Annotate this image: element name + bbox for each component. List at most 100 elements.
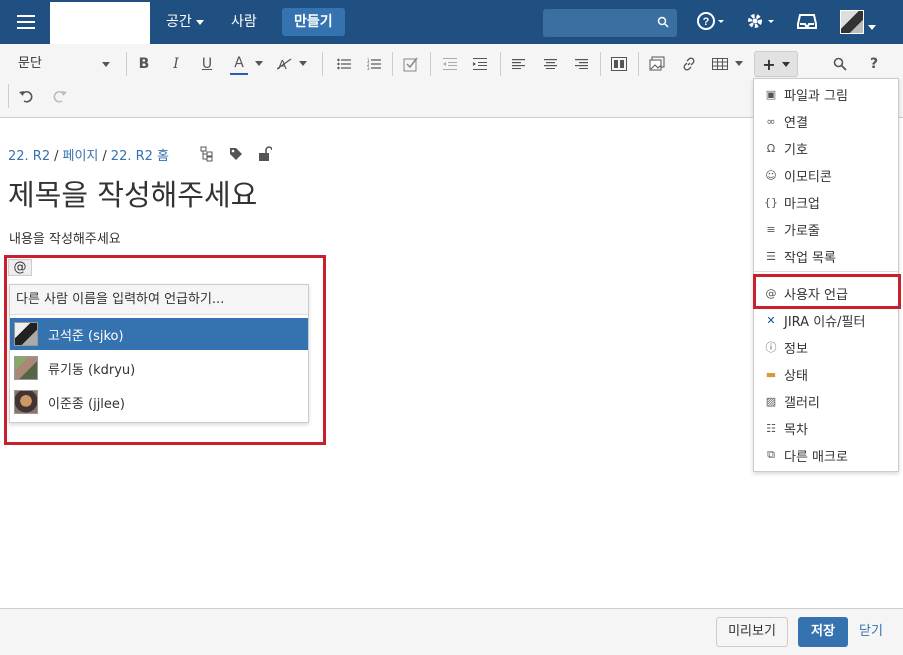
svg-text:3: 3 — [367, 66, 370, 70]
avatar — [14, 322, 38, 346]
insert-menu-item-other-macros[interactable]: ⧉ 다른 매크로 — [754, 443, 898, 467]
avatar — [14, 390, 38, 414]
unlock-icon[interactable] — [258, 146, 273, 166]
underline-button[interactable]: U — [199, 54, 215, 74]
link-icon[interactable] — [680, 55, 698, 73]
insert-menu-item-symbol[interactable]: Ω 기호 — [754, 136, 898, 160]
preview-button[interactable]: 미리보기 — [716, 617, 788, 647]
paragraph-style-select[interactable]: 문단 — [8, 53, 118, 75]
label-tag-icon[interactable] — [229, 147, 243, 165]
chevron-down-icon[interactable] — [868, 19, 876, 35]
create-button[interactable]: 만들기 — [282, 8, 345, 36]
italic-button[interactable]: I — [168, 54, 184, 74]
gear-icon[interactable] — [746, 11, 776, 35]
insert-menu-item-label: 연결 — [784, 115, 808, 131]
toolbar-divider — [392, 52, 393, 76]
smiley-icon: ☺ — [765, 168, 777, 182]
toolbar-divider — [500, 52, 501, 76]
horizontal-rule-icon: ≡ — [766, 222, 776, 236]
breadcrumb-home-link[interactable]: 22. R2 홈 — [111, 149, 169, 164]
text-color-button[interactable]: A — [230, 53, 248, 75]
info-icon: ⓘ — [765, 341, 777, 354]
toolbar-divider — [600, 52, 601, 76]
insert-menu-item-horizontal-rule[interactable]: ≡ 가로줄 — [754, 217, 898, 241]
find-replace-icon[interactable] — [831, 55, 849, 73]
insert-menu-item-files[interactable]: ▣ 파일과 그림 — [754, 82, 898, 106]
nav-people[interactable]: 사람 — [231, 10, 257, 34]
chevron-down-icon[interactable] — [254, 58, 264, 68]
jira-icon: ✕ — [766, 313, 776, 327]
insert-menu-item-label: 마크업 — [784, 196, 820, 212]
insert-menu-item-label: 이모티콘 — [784, 169, 832, 185]
insert-menu-item-label: JIRA 이슈/필터 — [784, 314, 866, 330]
paragraph-style-label: 문단 — [18, 56, 42, 71]
mention-trigger[interactable]: @ — [8, 259, 32, 276]
svg-text:?: ? — [703, 16, 710, 28]
bullet-list-icon[interactable] — [336, 56, 352, 72]
redo-icon[interactable] — [50, 87, 68, 105]
undo-icon[interactable] — [18, 87, 36, 105]
bold-button[interactable]: B — [136, 54, 152, 74]
insert-menu-item-info[interactable]: ⓘ 정보 — [754, 335, 898, 359]
numbered-list-icon[interactable]: 123 — [366, 56, 382, 72]
insert-menu-item-label: 정보 — [784, 341, 808, 357]
chevron-down-icon — [781, 61, 790, 67]
menu-icon[interactable] — [6, 4, 46, 40]
mention-user-item[interactable]: 고석준 (sjko) — [10, 318, 308, 350]
indent-icon[interactable] — [472, 56, 488, 72]
toolbar-divider — [126, 52, 127, 76]
nav-spaces[interactable]: 공간 — [166, 10, 204, 34]
top-navigation-bar: 공간 사람 만들기 ? — [0, 0, 903, 44]
insert-menu-item-jira[interactable]: ✕ JIRA 이슈/필터 — [754, 308, 898, 332]
close-button[interactable]: 닫기 — [859, 617, 883, 647]
help-icon[interactable]: ? — [697, 11, 725, 35]
task-checkbox-icon[interactable] — [402, 55, 420, 73]
avatar[interactable] — [840, 10, 864, 34]
chevron-down-icon — [195, 19, 204, 25]
mention-user-item[interactable]: 류기동 (kdryu) — [10, 352, 308, 384]
page-content-text[interactable]: 내용을 작성해주세요 — [9, 228, 121, 247]
page-tree-icon[interactable] — [200, 146, 214, 166]
notification-icon[interactable] — [797, 11, 817, 35]
align-left-icon[interactable] — [510, 56, 526, 72]
breadcrumb-space-link[interactable]: 22. R2 — [8, 149, 50, 164]
toc-icon: ☷ — [766, 421, 776, 435]
toolbar-divider — [8, 84, 9, 108]
table-icon[interactable] — [711, 56, 729, 72]
toolbar-divider — [430, 52, 431, 76]
search-input[interactable] — [543, 9, 677, 37]
align-right-icon[interactable] — [573, 56, 589, 72]
toolbar-divider — [638, 52, 639, 76]
outdent-icon[interactable] — [442, 56, 458, 72]
help-button[interactable]: ? — [866, 54, 882, 74]
insert-menu-item-task-list[interactable]: ☰ 작업 목록 — [754, 244, 898, 268]
page-title-input[interactable]: 제목을 작성해주세요 — [8, 172, 257, 214]
page-layout-icon[interactable] — [610, 55, 628, 73]
save-button[interactable]: 저장 — [798, 617, 848, 647]
breadcrumb-pages-link[interactable]: 페이지 — [63, 149, 99, 164]
insert-menu-item-link[interactable]: ∞ 연결 — [754, 109, 898, 133]
chevron-down-icon — [102, 62, 110, 67]
align-center-icon[interactable] — [542, 56, 558, 72]
chevron-down-icon[interactable] — [734, 58, 744, 68]
insert-menu-item-markup[interactable]: {} 마크업 — [754, 190, 898, 214]
toolbar-divider — [322, 52, 323, 76]
logo[interactable] — [50, 2, 150, 44]
insert-image-icon[interactable] — [648, 55, 666, 73]
breadcrumb: 22. R2/페이지/22. R2 홈 — [8, 145, 169, 164]
insert-menu-item-label: 작업 목록 — [784, 250, 836, 266]
chevron-down-icon[interactable] — [298, 58, 308, 68]
gallery-icon: ▨ — [765, 394, 777, 408]
insert-menu-item-toc[interactable]: ☷ 목차 — [754, 416, 898, 440]
clear-format-icon[interactable]: A — [276, 54, 294, 74]
insert-menu-item-label: 기호 — [784, 142, 808, 158]
mention-user-item[interactable]: 이준종 (jjlee) — [10, 386, 308, 418]
nav-spaces-label: 공간 — [166, 14, 192, 30]
insert-menu-item-status[interactable]: ▬ 상태 — [754, 362, 898, 386]
insert-menu-item-label: 상태 — [784, 368, 808, 384]
mention-user-name: 고석준 (sjko) — [48, 328, 124, 344]
insert-more-button[interactable]: + — [754, 51, 798, 77]
insert-menu-item-emoticon[interactable]: ☺ 이모티콘 — [754, 163, 898, 187]
mention-autocomplete: 다른 사람 이름을 입력하여 언급하기... 고석준 (sjko) 류기동 (k… — [9, 284, 309, 423]
insert-menu-item-gallery[interactable]: ▨ 갤러리 — [754, 389, 898, 413]
